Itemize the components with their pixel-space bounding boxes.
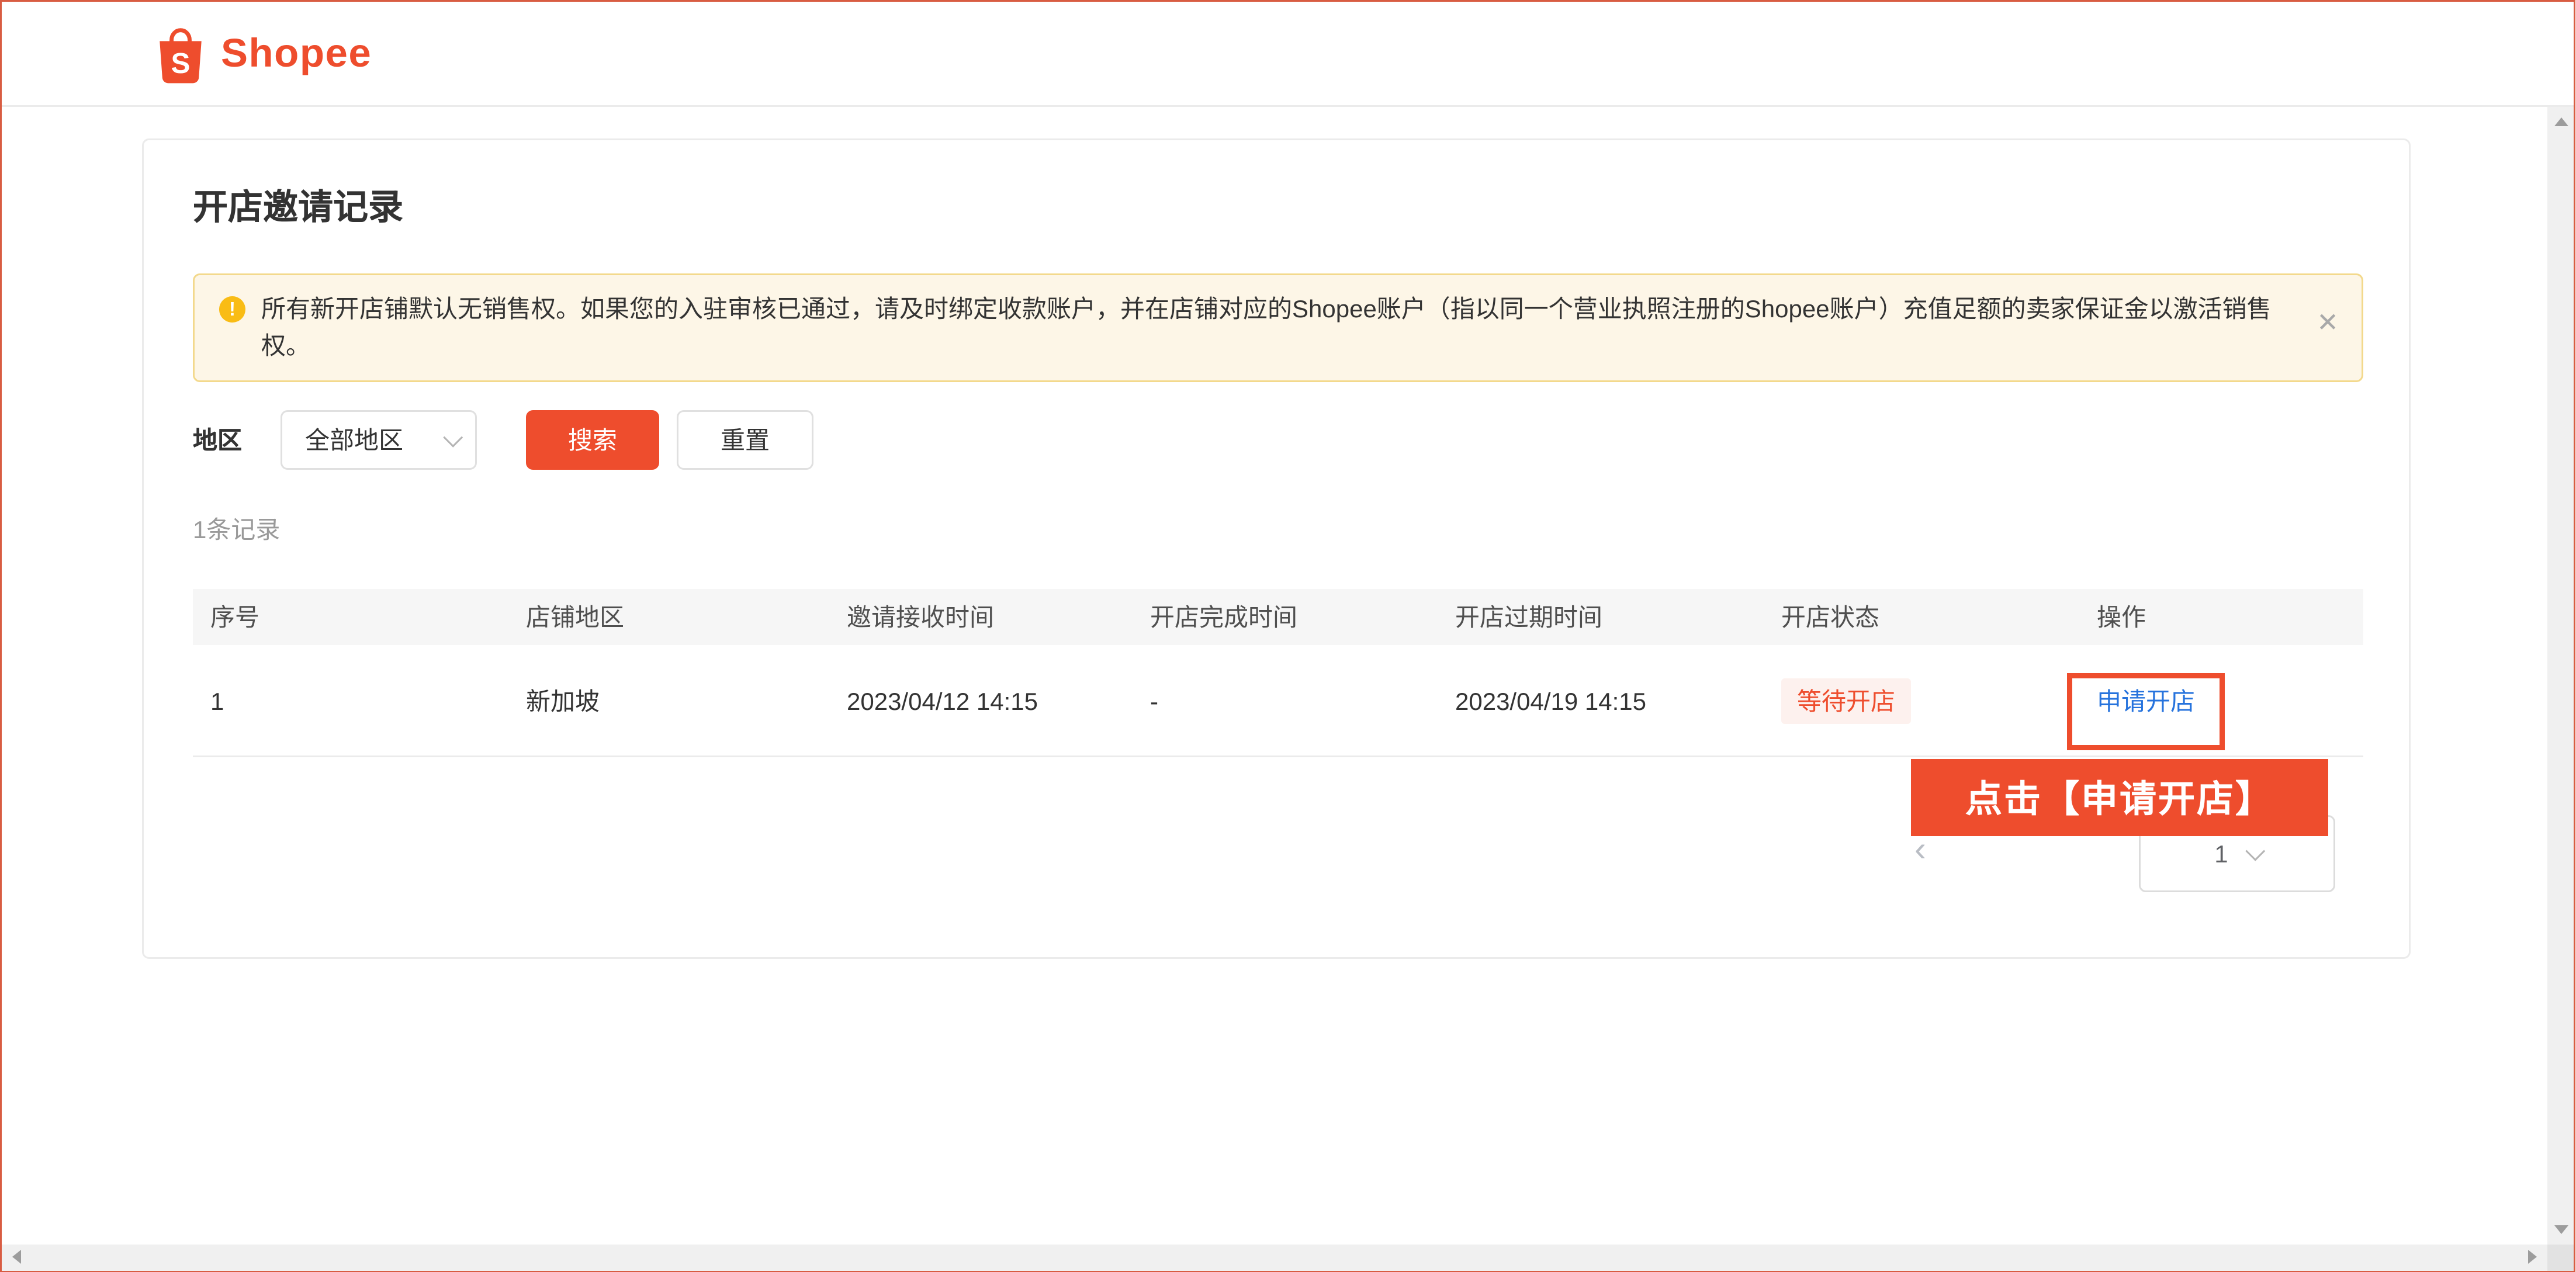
row-invite-time: 2023/04/12 14:15: [829, 687, 1133, 715]
app-header: S Shopee: [2, 2, 2574, 107]
invitation-records-panel: 开店邀请记录 ! 所有新开店铺默认无销售权。如果您的入驻审核已通过，请及时绑定收…: [142, 138, 2411, 959]
col-region: 店铺地区: [508, 599, 829, 635]
records-table: 序号 店铺地区 邀请接收时间 开店完成时间 开店过期时间 开店状态 操作 1 新…: [193, 589, 2363, 757]
row-expire-time: 2023/04/19 14:15: [1438, 687, 1764, 715]
shopee-logo: S Shopee: [153, 22, 372, 85]
col-invite-time: 邀请接收时间: [829, 599, 1133, 635]
notice-text: 所有新开店铺默认无销售权。如果您的入驻审核已通过，请及时绑定收款账户，并在店铺对…: [261, 291, 2284, 365]
apply-open-store-link[interactable]: 申请开店: [2097, 687, 2195, 715]
scroll-left-icon[interactable]: [12, 1250, 21, 1264]
scrollbar-corner: [2548, 1244, 2574, 1270]
col-expire-time: 开店过期时间: [1438, 599, 1764, 635]
pagination-page-value: 1: [2214, 840, 2228, 868]
page-title: 开店邀请记录: [193, 179, 403, 230]
browser-viewport: S Shopee 开店邀请记录 ! 所有新开店铺默认无销售权。如果您的入驻审核已…: [0, 0, 2576, 1272]
close-icon[interactable]: ✕: [2317, 310, 2339, 337]
col-action: 操作: [2079, 599, 2363, 635]
search-button[interactable]: 搜索: [526, 410, 659, 470]
annotation-callout: 点击【申请开店】: [1911, 759, 2328, 836]
record-count: 1条记录: [193, 512, 280, 547]
row-seq: 1: [193, 687, 508, 715]
pagination-prev-icon[interactable]: ‹: [1914, 831, 1926, 871]
chevron-down-icon: [443, 428, 463, 448]
shopee-wordmark: Shopee: [221, 30, 372, 77]
scroll-up-icon[interactable]: [2554, 117, 2568, 126]
region-filter-label: 地区: [193, 422, 242, 457]
col-seq: 序号: [193, 599, 508, 635]
row-complete-time: -: [1133, 687, 1438, 715]
row-region: 新加坡: [508, 683, 829, 718]
row-status: 等待开店: [1764, 678, 2079, 723]
chevron-down-icon: [2245, 841, 2265, 861]
row-action: 申请开店: [2079, 683, 2363, 718]
table-header-row: 序号 店铺地区 邀请接收时间 开店完成时间 开店过期时间 开店状态 操作: [193, 589, 2363, 645]
scroll-right-icon[interactable]: [2529, 1250, 2537, 1264]
status-badge: 等待开店: [1781, 678, 1911, 723]
shopee-bag-icon: S: [153, 22, 209, 85]
col-complete-time: 开店完成时间: [1133, 599, 1438, 635]
vertical-scrollbar[interactable]: [2548, 107, 2574, 1244]
reset-button[interactable]: 重置: [677, 410, 813, 470]
region-select-value: 全部地区: [305, 422, 403, 457]
notice-banner: ! 所有新开店铺默认无销售权。如果您的入驻审核已通过，请及时绑定收款账户，并在店…: [193, 273, 2363, 382]
table-row: 1 新加坡 2023/04/12 14:15 - 2023/04/19 14:1…: [193, 645, 2363, 757]
horizontal-scrollbar[interactable]: [2, 1244, 2548, 1270]
svg-text:S: S: [171, 47, 191, 79]
scroll-down-icon[interactable]: [2554, 1225, 2568, 1233]
warning-icon: !: [219, 296, 245, 323]
region-select[interactable]: 全部地区: [281, 410, 477, 470]
filter-row: 地区 全部地区 搜索 重置: [193, 410, 813, 470]
col-status: 开店状态: [1764, 599, 2079, 635]
